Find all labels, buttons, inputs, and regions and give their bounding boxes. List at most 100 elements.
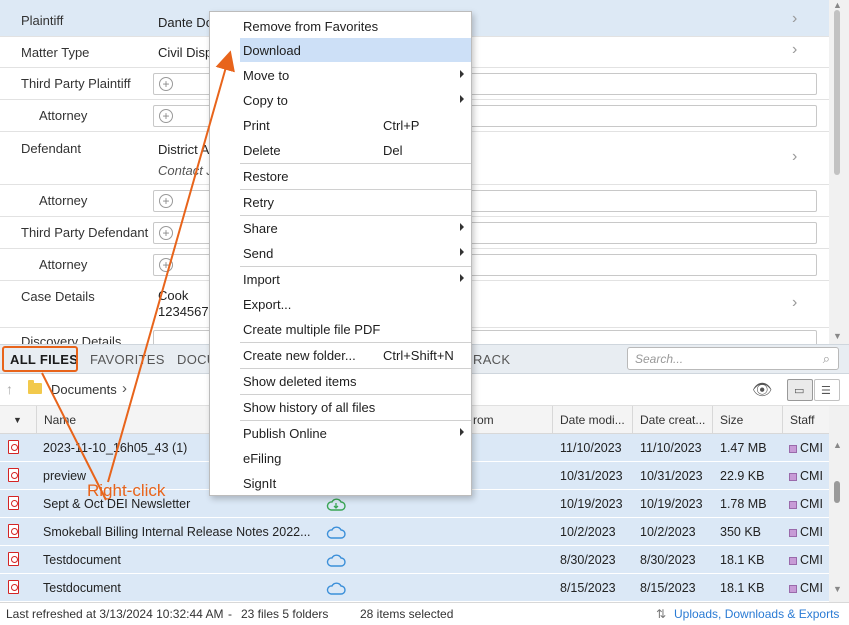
file-size: 18.1 KB bbox=[720, 553, 765, 567]
menu-item-efiling[interactable]: eFiling bbox=[240, 446, 471, 470]
pdf-icon bbox=[8, 440, 19, 454]
scroll-up-icon[interactable]: ▲ bbox=[833, 0, 842, 10]
eye-icon[interactable]: 👁 bbox=[752, 380, 772, 400]
menu-label: Show deleted items bbox=[243, 374, 357, 389]
menu-label: Show history of all files bbox=[243, 400, 376, 415]
staff-cell: CMI bbox=[789, 553, 823, 567]
folder-icon bbox=[28, 380, 42, 394]
cloud-icon bbox=[326, 554, 346, 567]
menu-label: Retry bbox=[243, 195, 275, 210]
arrow-up-icon[interactable]: ↑ bbox=[6, 381, 13, 397]
column-name[interactable]: Name bbox=[37, 406, 215, 434]
file-size: 1.78 MB bbox=[720, 497, 767, 511]
menu-item-share[interactable]: Share bbox=[240, 216, 471, 240]
cloud-icon bbox=[326, 526, 346, 539]
menu-item-signit[interactable]: SignIt bbox=[240, 471, 471, 495]
column-staff[interactable]: Staff bbox=[783, 406, 829, 434]
menu-label: Delete bbox=[243, 143, 281, 158]
scroll-up-icon[interactable]: ▲ bbox=[833, 440, 842, 450]
menu-label: Create new folder... bbox=[243, 348, 356, 363]
status-bar: Last refreshed at 3/13/2024 10:32:44 AM … bbox=[0, 602, 849, 625]
column-date-modified[interactable]: Date modi... bbox=[553, 406, 633, 434]
scroll-down-icon[interactable]: ▼ bbox=[833, 331, 842, 341]
list-view-button[interactable]: ☰ bbox=[814, 379, 840, 401]
date-modified: 8/15/2023 bbox=[560, 581, 616, 595]
menu-item-create-multiple-pdf[interactable]: Create multiple file PDF bbox=[240, 317, 471, 341]
row-contact: Contact J bbox=[158, 163, 213, 178]
row-label: Case Details bbox=[21, 289, 95, 304]
plus-circle-icon[interactable]: + bbox=[159, 109, 173, 123]
menu-label: Print bbox=[243, 118, 270, 133]
plus-circle-icon[interactable]: + bbox=[159, 77, 173, 91]
menu-item-move-to[interactable]: Move to bbox=[240, 63, 471, 87]
annotation-label: Right-click bbox=[87, 481, 166, 500]
sort-down-icon[interactable]: ▼ bbox=[0, 406, 37, 434]
search-placeholder: Search... bbox=[635, 352, 684, 366]
menu-gutter bbox=[210, 12, 240, 495]
search-icon[interactable]: ⌕ bbox=[823, 351, 830, 367]
details-scrollbar[interactable]: ▲ ▼ bbox=[829, 0, 849, 344]
staff-color-icon bbox=[789, 444, 797, 453]
chevron-right-icon: › bbox=[792, 148, 798, 165]
tab-favorites[interactable]: FAVORITES bbox=[90, 352, 165, 367]
file-list-scrollbar[interactable]: ▲ ▼ bbox=[829, 406, 849, 602]
menu-item-remove-favorites[interactable]: Remove from Favorites bbox=[240, 14, 471, 38]
menu-item-delete[interactable]: Delete Del bbox=[240, 138, 471, 162]
menu-label: Move to bbox=[243, 68, 290, 83]
table-row[interactable]: Smokeball Billing Internal Release Notes… bbox=[0, 518, 829, 546]
scroll-down-icon[interactable]: ▼ bbox=[833, 584, 842, 594]
date-created: 10/31/2023 bbox=[640, 469, 703, 483]
menu-item-publish-online[interactable]: Publish Online bbox=[240, 421, 471, 445]
tab-track[interactable]: RACK bbox=[473, 352, 510, 367]
tab-highlight-box bbox=[2, 346, 78, 372]
menu-label: Export... bbox=[243, 297, 292, 312]
date-modified: 10/31/2023 bbox=[560, 469, 623, 483]
column-from[interactable]: rom bbox=[466, 406, 553, 434]
breadcrumb-documents[interactable]: Documents bbox=[51, 382, 117, 397]
scrollbar-thumb[interactable] bbox=[834, 10, 840, 175]
staff-color-icon bbox=[789, 472, 797, 481]
menu-item-print[interactable]: Print Ctrl+P bbox=[240, 113, 471, 137]
row-label: Discovery Details bbox=[21, 334, 122, 344]
uploads-downloads-link[interactable]: Uploads, Downloads & Exports bbox=[674, 607, 839, 621]
chevron-right-icon[interactable]: › bbox=[122, 380, 127, 397]
menu-item-copy-to[interactable]: Copy to bbox=[240, 88, 471, 112]
column-size[interactable]: Size bbox=[713, 406, 783, 434]
menu-item-retry[interactable]: Retry bbox=[240, 190, 471, 214]
staff-initials: CMI bbox=[800, 497, 823, 511]
table-row[interactable]: Testdocument 8/15/2023 8/15/2023 18.1 KB… bbox=[0, 574, 829, 602]
menu-item-send[interactable]: Send bbox=[240, 241, 471, 265]
menu-label: Remove from Favorites bbox=[243, 19, 379, 34]
menu-label: Download bbox=[243, 43, 301, 58]
staff-cell: CMI bbox=[789, 581, 823, 595]
menu-item-create-new-folder[interactable]: Create new folder... Ctrl+Shift+N bbox=[240, 343, 471, 367]
column-date-created[interactable]: Date creat... bbox=[633, 406, 713, 434]
menu-item-import[interactable]: Import bbox=[240, 267, 471, 291]
staff-initials: CMI bbox=[800, 525, 823, 539]
date-created: 8/30/2023 bbox=[640, 553, 696, 567]
staff-cell: CMI bbox=[789, 497, 823, 511]
file-name: Smokeball Billing Internal Release Notes… bbox=[43, 525, 311, 539]
search-input[interactable]: Search... ⌕ bbox=[627, 347, 839, 370]
row-value: District A bbox=[158, 142, 210, 157]
menu-item-show-deleted[interactable]: Show deleted items bbox=[240, 369, 471, 393]
plus-circle-icon[interactable]: + bbox=[159, 194, 173, 208]
file-name: Testdocument bbox=[43, 553, 121, 567]
plus-circle-icon[interactable]: + bbox=[159, 258, 173, 272]
staff-initials: CMI bbox=[800, 441, 823, 455]
staff-color-icon bbox=[789, 500, 797, 509]
menu-item-export[interactable]: Export... bbox=[240, 292, 471, 316]
menu-label: Copy to bbox=[243, 93, 288, 108]
menu-item-restore[interactable]: Restore bbox=[240, 164, 471, 188]
staff-cell: CMI bbox=[789, 469, 823, 483]
chevron-right-icon: › bbox=[792, 41, 798, 58]
list-icon: ☰ bbox=[821, 385, 831, 397]
scrollbar-thumb[interactable] bbox=[834, 481, 840, 503]
folder-view-button[interactable]: ▭ bbox=[787, 379, 813, 401]
pdf-icon bbox=[8, 496, 19, 510]
menu-item-show-history[interactable]: Show history of all files bbox=[240, 395, 471, 419]
menu-item-download[interactable]: Download bbox=[240, 38, 471, 62]
plus-circle-icon[interactable]: + bbox=[159, 226, 173, 240]
staff-color-icon bbox=[789, 584, 797, 593]
table-row[interactable]: Testdocument 8/30/2023 8/30/2023 18.1 KB… bbox=[0, 546, 829, 574]
